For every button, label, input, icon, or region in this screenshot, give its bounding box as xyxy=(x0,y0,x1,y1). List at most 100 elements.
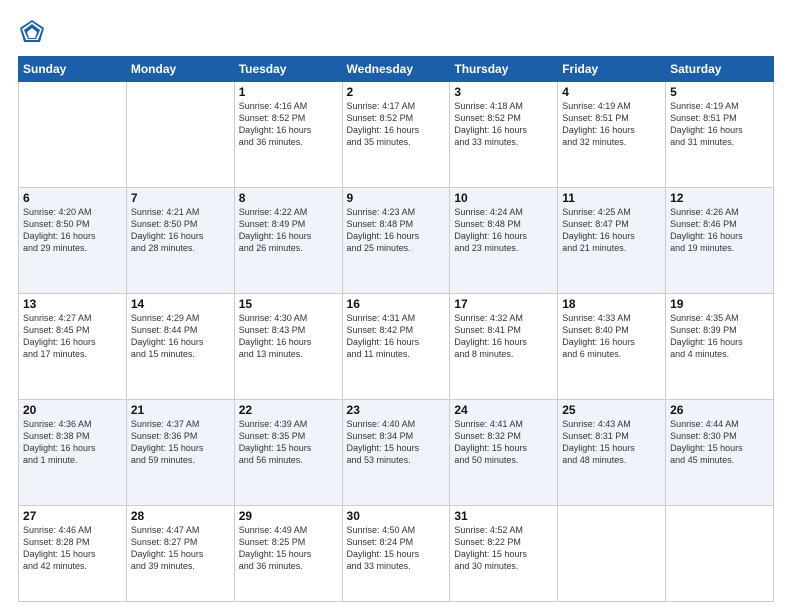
day-cell: 7Sunrise: 4:21 AM Sunset: 8:50 PM Daylig… xyxy=(126,187,234,293)
week-row-1: 1Sunrise: 4:16 AM Sunset: 8:52 PM Daylig… xyxy=(19,82,774,188)
col-header-thursday: Thursday xyxy=(450,57,558,82)
day-info: Sunrise: 4:47 AM Sunset: 8:27 PM Dayligh… xyxy=(131,524,230,573)
week-row-3: 13Sunrise: 4:27 AM Sunset: 8:45 PM Dayli… xyxy=(19,293,774,399)
day-cell: 13Sunrise: 4:27 AM Sunset: 8:45 PM Dayli… xyxy=(19,293,127,399)
day-number: 24 xyxy=(454,403,553,417)
col-header-monday: Monday xyxy=(126,57,234,82)
day-number: 31 xyxy=(454,509,553,523)
day-cell: 12Sunrise: 4:26 AM Sunset: 8:46 PM Dayli… xyxy=(666,187,774,293)
day-cell: 15Sunrise: 4:30 AM Sunset: 8:43 PM Dayli… xyxy=(234,293,342,399)
day-cell: 14Sunrise: 4:29 AM Sunset: 8:44 PM Dayli… xyxy=(126,293,234,399)
col-header-friday: Friday xyxy=(558,57,666,82)
day-info: Sunrise: 4:44 AM Sunset: 8:30 PM Dayligh… xyxy=(670,418,769,467)
day-cell: 20Sunrise: 4:36 AM Sunset: 8:38 PM Dayli… xyxy=(19,399,127,505)
day-info: Sunrise: 4:43 AM Sunset: 8:31 PM Dayligh… xyxy=(562,418,661,467)
day-cell: 26Sunrise: 4:44 AM Sunset: 8:30 PM Dayli… xyxy=(666,399,774,505)
day-info: Sunrise: 4:36 AM Sunset: 8:38 PM Dayligh… xyxy=(23,418,122,467)
logo xyxy=(18,18,50,46)
header-row: SundayMondayTuesdayWednesdayThursdayFrid… xyxy=(19,57,774,82)
day-info: Sunrise: 4:35 AM Sunset: 8:39 PM Dayligh… xyxy=(670,312,769,361)
day-info: Sunrise: 4:40 AM Sunset: 8:34 PM Dayligh… xyxy=(347,418,446,467)
day-info: Sunrise: 4:52 AM Sunset: 8:22 PM Dayligh… xyxy=(454,524,553,573)
day-info: Sunrise: 4:19 AM Sunset: 8:51 PM Dayligh… xyxy=(670,100,769,149)
day-number: 1 xyxy=(239,85,338,99)
day-cell: 9Sunrise: 4:23 AM Sunset: 8:48 PM Daylig… xyxy=(342,187,450,293)
day-number: 21 xyxy=(131,403,230,417)
day-number: 8 xyxy=(239,191,338,205)
day-cell: 23Sunrise: 4:40 AM Sunset: 8:34 PM Dayli… xyxy=(342,399,450,505)
day-info: Sunrise: 4:27 AM Sunset: 8:45 PM Dayligh… xyxy=(23,312,122,361)
day-cell: 22Sunrise: 4:39 AM Sunset: 8:35 PM Dayli… xyxy=(234,399,342,505)
day-info: Sunrise: 4:33 AM Sunset: 8:40 PM Dayligh… xyxy=(562,312,661,361)
day-number: 13 xyxy=(23,297,122,311)
col-header-saturday: Saturday xyxy=(666,57,774,82)
day-info: Sunrise: 4:50 AM Sunset: 8:24 PM Dayligh… xyxy=(347,524,446,573)
day-cell: 4Sunrise: 4:19 AM Sunset: 8:51 PM Daylig… xyxy=(558,82,666,188)
day-cell xyxy=(558,505,666,601)
week-row-4: 20Sunrise: 4:36 AM Sunset: 8:38 PM Dayli… xyxy=(19,399,774,505)
day-info: Sunrise: 4:39 AM Sunset: 8:35 PM Dayligh… xyxy=(239,418,338,467)
day-cell: 30Sunrise: 4:50 AM Sunset: 8:24 PM Dayli… xyxy=(342,505,450,601)
day-cell: 11Sunrise: 4:25 AM Sunset: 8:47 PM Dayli… xyxy=(558,187,666,293)
day-cell xyxy=(666,505,774,601)
day-info: Sunrise: 4:17 AM Sunset: 8:52 PM Dayligh… xyxy=(347,100,446,149)
week-row-5: 27Sunrise: 4:46 AM Sunset: 8:28 PM Dayli… xyxy=(19,505,774,601)
calendar-table: SundayMondayTuesdayWednesdayThursdayFrid… xyxy=(18,56,774,602)
col-header-sunday: Sunday xyxy=(19,57,127,82)
day-cell: 3Sunrise: 4:18 AM Sunset: 8:52 PM Daylig… xyxy=(450,82,558,188)
day-cell: 18Sunrise: 4:33 AM Sunset: 8:40 PM Dayli… xyxy=(558,293,666,399)
day-number: 26 xyxy=(670,403,769,417)
day-number: 3 xyxy=(454,85,553,99)
day-cell: 2Sunrise: 4:17 AM Sunset: 8:52 PM Daylig… xyxy=(342,82,450,188)
day-cell: 6Sunrise: 4:20 AM Sunset: 8:50 PM Daylig… xyxy=(19,187,127,293)
col-header-tuesday: Tuesday xyxy=(234,57,342,82)
day-cell: 25Sunrise: 4:43 AM Sunset: 8:31 PM Dayli… xyxy=(558,399,666,505)
day-number: 20 xyxy=(23,403,122,417)
day-info: Sunrise: 4:20 AM Sunset: 8:50 PM Dayligh… xyxy=(23,206,122,255)
day-cell: 27Sunrise: 4:46 AM Sunset: 8:28 PM Dayli… xyxy=(19,505,127,601)
day-info: Sunrise: 4:18 AM Sunset: 8:52 PM Dayligh… xyxy=(454,100,553,149)
week-row-2: 6Sunrise: 4:20 AM Sunset: 8:50 PM Daylig… xyxy=(19,187,774,293)
day-number: 17 xyxy=(454,297,553,311)
day-cell xyxy=(126,82,234,188)
day-info: Sunrise: 4:46 AM Sunset: 8:28 PM Dayligh… xyxy=(23,524,122,573)
day-info: Sunrise: 4:16 AM Sunset: 8:52 PM Dayligh… xyxy=(239,100,338,149)
day-number: 10 xyxy=(454,191,553,205)
day-number: 2 xyxy=(347,85,446,99)
day-info: Sunrise: 4:25 AM Sunset: 8:47 PM Dayligh… xyxy=(562,206,661,255)
day-cell: 8Sunrise: 4:22 AM Sunset: 8:49 PM Daylig… xyxy=(234,187,342,293)
day-info: Sunrise: 4:32 AM Sunset: 8:41 PM Dayligh… xyxy=(454,312,553,361)
header xyxy=(18,18,774,46)
day-number: 25 xyxy=(562,403,661,417)
day-cell: 1Sunrise: 4:16 AM Sunset: 8:52 PM Daylig… xyxy=(234,82,342,188)
logo-icon xyxy=(18,18,46,46)
day-number: 5 xyxy=(670,85,769,99)
day-cell: 21Sunrise: 4:37 AM Sunset: 8:36 PM Dayli… xyxy=(126,399,234,505)
page: SundayMondayTuesdayWednesdayThursdayFrid… xyxy=(0,0,792,612)
day-number: 4 xyxy=(562,85,661,99)
day-number: 12 xyxy=(670,191,769,205)
day-number: 29 xyxy=(239,509,338,523)
day-number: 18 xyxy=(562,297,661,311)
day-info: Sunrise: 4:24 AM Sunset: 8:48 PM Dayligh… xyxy=(454,206,553,255)
day-info: Sunrise: 4:49 AM Sunset: 8:25 PM Dayligh… xyxy=(239,524,338,573)
day-number: 19 xyxy=(670,297,769,311)
day-info: Sunrise: 4:23 AM Sunset: 8:48 PM Dayligh… xyxy=(347,206,446,255)
day-number: 7 xyxy=(131,191,230,205)
day-info: Sunrise: 4:21 AM Sunset: 8:50 PM Dayligh… xyxy=(131,206,230,255)
day-number: 27 xyxy=(23,509,122,523)
col-header-wednesday: Wednesday xyxy=(342,57,450,82)
day-info: Sunrise: 4:41 AM Sunset: 8:32 PM Dayligh… xyxy=(454,418,553,467)
day-cell: 19Sunrise: 4:35 AM Sunset: 8:39 PM Dayli… xyxy=(666,293,774,399)
day-number: 9 xyxy=(347,191,446,205)
day-cell: 29Sunrise: 4:49 AM Sunset: 8:25 PM Dayli… xyxy=(234,505,342,601)
day-info: Sunrise: 4:19 AM Sunset: 8:51 PM Dayligh… xyxy=(562,100,661,149)
day-number: 30 xyxy=(347,509,446,523)
day-cell: 31Sunrise: 4:52 AM Sunset: 8:22 PM Dayli… xyxy=(450,505,558,601)
day-number: 22 xyxy=(239,403,338,417)
day-cell: 28Sunrise: 4:47 AM Sunset: 8:27 PM Dayli… xyxy=(126,505,234,601)
day-number: 14 xyxy=(131,297,230,311)
day-cell xyxy=(19,82,127,188)
day-number: 16 xyxy=(347,297,446,311)
day-info: Sunrise: 4:31 AM Sunset: 8:42 PM Dayligh… xyxy=(347,312,446,361)
